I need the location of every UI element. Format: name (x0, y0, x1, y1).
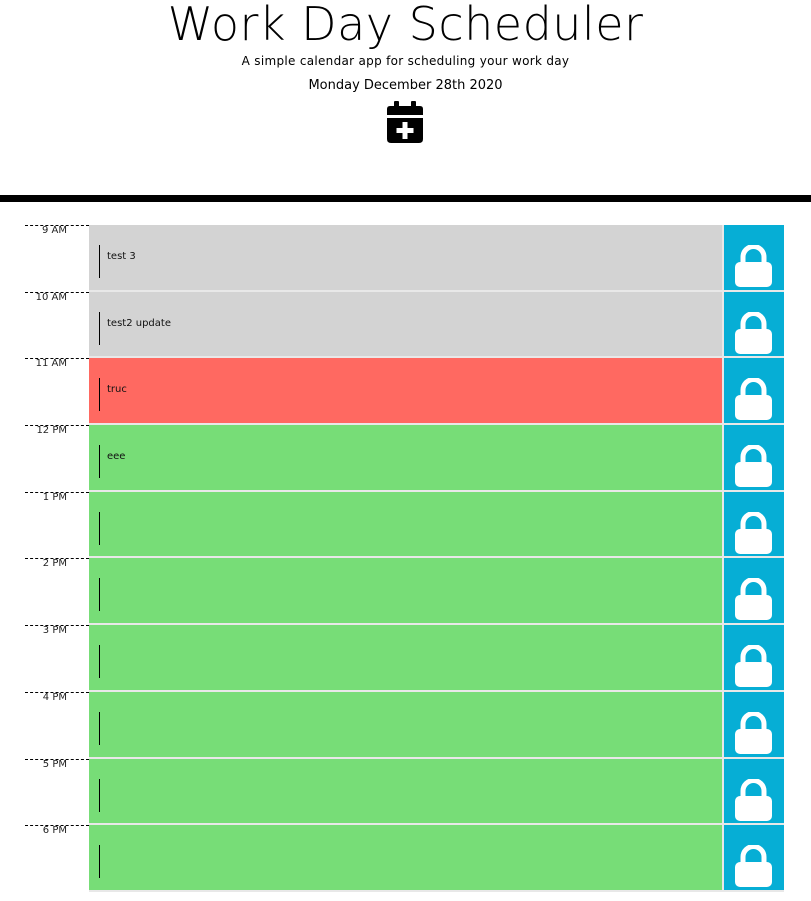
hour-label-text: 2 PM (42, 558, 67, 570)
description-textarea[interactable]: test2 update (89, 291, 722, 359)
save-button[interactable] (722, 825, 784, 892)
description-textarea[interactable]: eee (89, 425, 722, 492)
save-button[interactable] (722, 425, 784, 492)
time-block-row: 5 PM (0, 758, 811, 826)
description-text: test 3 (107, 251, 136, 262)
lock-icon (735, 511, 772, 554)
save-button[interactable] (722, 291, 784, 359)
lock-icon (735, 245, 772, 287)
lock-icon (735, 378, 772, 421)
hour-label: 1 PM (25, 491, 89, 559)
text-cursor (99, 845, 100, 879)
text-cursor (99, 578, 100, 612)
time-block-row: 10 AM test2 update (0, 291, 811, 359)
time-block-row: 9 AM test 3 (0, 225, 811, 292)
schedule-container: 9 AM test 3 10 AM test2 update 11 AM tru… (0, 225, 811, 892)
description-textarea[interactable]: truc (89, 358, 722, 426)
hour-label: 6 PM (25, 825, 89, 892)
save-button[interactable] (722, 758, 784, 826)
description-textarea[interactable]: test 3 (89, 225, 722, 292)
description-textarea[interactable] (89, 558, 722, 626)
hour-label: 3 PM (25, 625, 89, 692)
hour-label-text: 5 PM (42, 758, 67, 770)
save-button[interactable] (722, 225, 784, 292)
hour-label-text: 12 PM (36, 425, 67, 437)
hour-label: 9 AM (25, 225, 89, 292)
lock-icon (735, 311, 772, 354)
text-cursor (99, 378, 100, 412)
text-cursor (99, 445, 100, 479)
time-block-row: 3 PM (0, 625, 811, 692)
hour-label: 12 PM (25, 425, 89, 492)
save-button[interactable] (722, 491, 784, 559)
text-cursor (99, 778, 100, 812)
hour-label: 4 PM (25, 691, 89, 759)
lock-icon (735, 645, 772, 688)
lock-icon (735, 445, 772, 488)
lock-icon (735, 578, 772, 621)
time-block-row: 12 PM eee (0, 425, 811, 492)
hour-label-text: 10 AM (35, 291, 67, 303)
time-block-row: 4 PM (0, 691, 811, 759)
calendar-plus-icon (387, 101, 423, 143)
save-button[interactable] (722, 691, 784, 759)
hour-label-text: 4 PM (42, 691, 67, 703)
page-title: Work Day Scheduler (167, 0, 644, 51)
hour-label-text: 9 AM (41, 225, 67, 236)
description-textarea[interactable] (89, 625, 722, 692)
text-cursor (99, 511, 100, 545)
text-cursor (99, 645, 100, 679)
hour-label-text: 6 PM (42, 825, 67, 837)
description-text: truc (107, 384, 127, 396)
lock-icon (735, 711, 772, 754)
page-subtitle: A simple calendar app for scheduling you… (241, 54, 570, 68)
save-button[interactable] (722, 558, 784, 626)
lock-icon (735, 778, 772, 821)
description-textarea[interactable] (89, 825, 722, 892)
time-block-row: 2 PM (0, 558, 811, 626)
lock-icon (735, 845, 772, 888)
save-button[interactable] (722, 358, 784, 426)
description-text: eee (107, 451, 126, 463)
hour-label: 5 PM (25, 758, 89, 826)
hour-label-text: 11 AM (35, 358, 67, 370)
hour-label-text: 3 PM (42, 625, 67, 637)
header-divider (0, 195, 811, 202)
text-cursor (99, 245, 100, 278)
description-textarea[interactable] (89, 758, 722, 826)
description-text: test2 update (107, 317, 171, 329)
hour-label-text: 1 PM (42, 491, 67, 503)
time-block-row: 6 PM (0, 825, 811, 892)
current-date: Monday December 28th 2020 (308, 78, 503, 93)
time-block-row: 11 AM truc (0, 358, 811, 426)
hour-label: 11 AM (25, 358, 89, 425)
description-textarea[interactable] (89, 691, 722, 759)
hour-label: 2 PM (25, 558, 89, 625)
text-cursor (99, 711, 100, 745)
description-textarea[interactable] (89, 491, 722, 559)
hour-label: 10 AM (25, 291, 89, 359)
text-cursor (99, 311, 100, 345)
jumbotron-header: Work Day Scheduler A simple calendar app… (0, 0, 811, 196)
save-button[interactable] (722, 625, 784, 692)
time-block-row: 1 PM (0, 491, 811, 559)
